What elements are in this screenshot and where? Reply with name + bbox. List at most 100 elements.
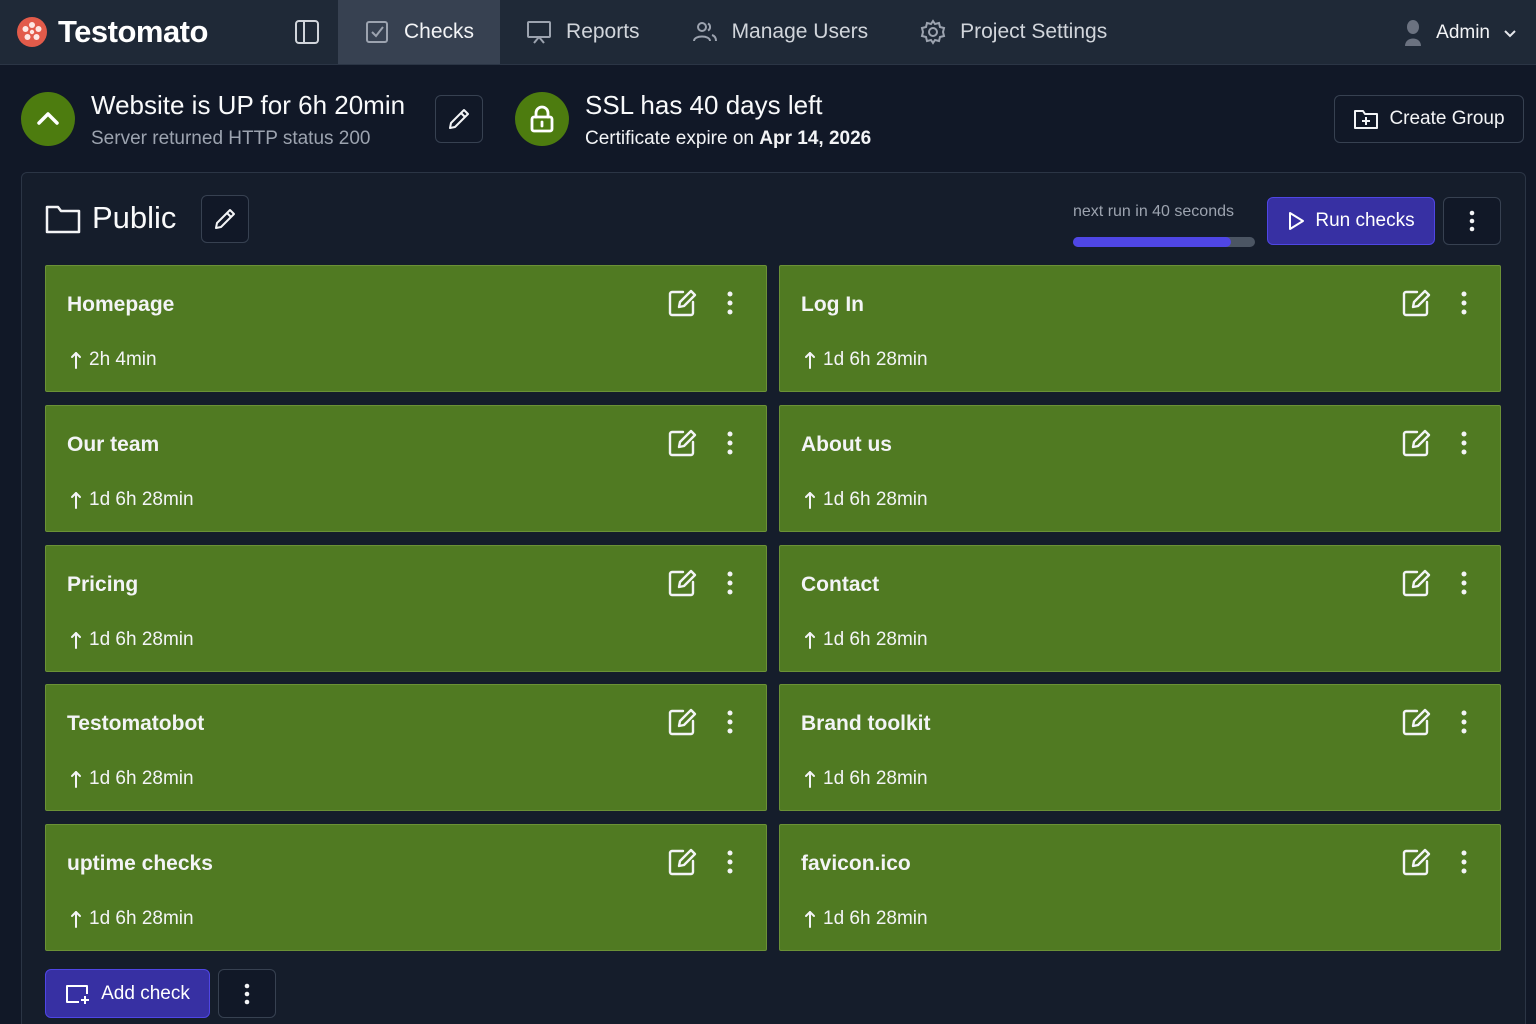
edit-check-button[interactable] bbox=[1401, 568, 1431, 598]
check-more-button[interactable] bbox=[1452, 288, 1476, 318]
check-uptime-value: 1d 6h 28min bbox=[823, 768, 928, 789]
more-vertical-icon bbox=[1461, 850, 1467, 874]
check-uptime: 1d 6h 28min bbox=[70, 489, 194, 511]
presentation-icon bbox=[526, 19, 552, 45]
create-group-button[interactable]: Create Group bbox=[1334, 95, 1524, 143]
brand[interactable]: Testomato bbox=[0, 0, 270, 64]
nav-item-project-settings[interactable]: Project Settings bbox=[894, 0, 1133, 64]
arrow-up-icon bbox=[70, 491, 82, 509]
edit-icon bbox=[667, 847, 697, 877]
edit-project-button[interactable] bbox=[435, 95, 483, 143]
check-card[interactable]: Brand toolkit 1d 6h 28min bbox=[779, 684, 1501, 811]
check-uptime-value: 1d 6h 28min bbox=[823, 908, 928, 929]
group-more-button[interactable] bbox=[1443, 197, 1501, 245]
check-card[interactable]: About us 1d 6h 28min bbox=[779, 405, 1501, 532]
check-more-button[interactable] bbox=[1452, 707, 1476, 737]
edit-check-button[interactable] bbox=[1401, 428, 1431, 458]
check-uptime-value: 1d 6h 28min bbox=[823, 489, 928, 510]
more-vertical-icon bbox=[1461, 431, 1467, 455]
edit-check-button[interactable] bbox=[667, 428, 697, 458]
edit-check-button[interactable] bbox=[667, 847, 697, 877]
nav-item-checks[interactable]: Checks bbox=[338, 0, 501, 64]
folder-icon bbox=[45, 205, 81, 234]
check-more-button[interactable] bbox=[718, 288, 742, 318]
check-more-button[interactable] bbox=[1452, 428, 1476, 458]
uptime-status-indicator bbox=[21, 92, 75, 146]
next-run-progress-fill bbox=[1073, 237, 1232, 247]
arrow-up-icon bbox=[70, 631, 82, 649]
sidebar-icon bbox=[295, 20, 319, 44]
edit-group-button[interactable] bbox=[201, 195, 249, 243]
more-vertical-icon bbox=[727, 291, 733, 315]
chevron-down-icon bbox=[1504, 29, 1516, 37]
check-card[interactable]: Contact 1d 6h 28min bbox=[779, 545, 1501, 672]
folder-plus-icon bbox=[1354, 110, 1379, 129]
check-name: Brand toolkit bbox=[801, 712, 931, 735]
edit-icon bbox=[667, 288, 697, 318]
check-more-button[interactable] bbox=[1452, 847, 1476, 877]
check-card[interactable]: Homepage 2h 4min bbox=[45, 265, 767, 392]
ssl-title: SSL has 40 days left bbox=[585, 90, 823, 120]
check-card[interactable]: Pricing 1d 6h 28min bbox=[45, 545, 767, 672]
avatar-icon bbox=[1405, 19, 1422, 46]
check-more-button[interactable] bbox=[1452, 568, 1476, 598]
ssl-expire-date: Apr 14, 2026 bbox=[759, 128, 872, 149]
check-uptime: 1d 6h 28min bbox=[70, 629, 194, 651]
edit-icon bbox=[667, 707, 697, 737]
brand-name: Testomato bbox=[58, 14, 208, 49]
nav-item-manage-users[interactable]: Manage Users bbox=[666, 0, 895, 64]
run-checks-button[interactable]: Run checks bbox=[1267, 197, 1435, 245]
edit-check-button[interactable] bbox=[667, 288, 697, 318]
check-uptime: 2h 4min bbox=[70, 349, 157, 371]
nav-item-label: Reports bbox=[566, 20, 640, 43]
check-more-button[interactable] bbox=[718, 428, 742, 458]
check-name: Contact bbox=[801, 573, 880, 596]
check-uptime-value: 1d 6h 28min bbox=[89, 489, 194, 510]
edit-check-button[interactable] bbox=[1401, 707, 1431, 737]
edit-check-button[interactable] bbox=[667, 707, 697, 737]
check-uptime: 1d 6h 28min bbox=[70, 768, 194, 790]
check-more-button[interactable] bbox=[718, 707, 742, 737]
check-card[interactable]: favicon.ico 1d 6h 28min bbox=[779, 824, 1501, 951]
check-name: Log In bbox=[801, 293, 864, 316]
arrow-up-icon bbox=[804, 631, 816, 649]
uptime-title: Website is UP for 6h 20min bbox=[91, 90, 406, 120]
more-vertical-icon bbox=[727, 850, 733, 874]
arrow-up-icon bbox=[70, 351, 82, 369]
more-vertical-icon bbox=[727, 431, 733, 455]
check-card[interactable]: Testomatobot 1d 6h 28min bbox=[45, 684, 767, 811]
chevron-up-icon bbox=[37, 112, 59, 125]
sidebar-toggle-button[interactable] bbox=[276, 0, 338, 64]
edit-icon bbox=[667, 428, 697, 458]
edit-check-button[interactable] bbox=[667, 568, 697, 598]
users-icon bbox=[692, 19, 718, 45]
user-menu[interactable]: Admin bbox=[1402, 0, 1518, 65]
check-uptime: 1d 6h 28min bbox=[804, 629, 928, 651]
edit-icon bbox=[1401, 288, 1431, 318]
pencil-icon bbox=[449, 109, 469, 129]
more-vertical-icon bbox=[1461, 571, 1467, 595]
edit-check-button[interactable] bbox=[1401, 847, 1431, 877]
next-run-progress bbox=[1073, 237, 1255, 247]
check-more-button[interactable] bbox=[718, 568, 742, 598]
add-check-button[interactable]: Add check bbox=[45, 969, 210, 1018]
user-name: Admin bbox=[1436, 21, 1490, 43]
check-uptime-value: 1d 6h 28min bbox=[823, 629, 928, 650]
check-card[interactable]: Our team 1d 6h 28min bbox=[45, 405, 767, 532]
arrow-up-icon bbox=[70, 910, 82, 928]
check-card[interactable]: Log In 1d 6h 28min bbox=[779, 265, 1501, 392]
check-uptime-value: 1d 6h 28min bbox=[89, 629, 194, 650]
check-more-button[interactable] bbox=[718, 847, 742, 877]
add-check-more-button[interactable] bbox=[218, 969, 276, 1018]
check-uptime-value: 2h 4min bbox=[89, 349, 157, 370]
check-card[interactable]: uptime checks 1d 6h 28min bbox=[45, 824, 767, 951]
check-uptime: 1d 6h 28min bbox=[804, 349, 928, 371]
nav-item-reports[interactable]: Reports bbox=[500, 0, 666, 64]
check-name: Our team bbox=[67, 433, 160, 456]
edit-icon bbox=[1401, 847, 1431, 877]
edit-icon bbox=[1401, 568, 1431, 598]
nav-item-label: Project Settings bbox=[960, 20, 1108, 43]
arrow-up-icon bbox=[804, 351, 816, 369]
more-vertical-icon bbox=[244, 983, 250, 1004]
edit-check-button[interactable] bbox=[1401, 288, 1431, 318]
